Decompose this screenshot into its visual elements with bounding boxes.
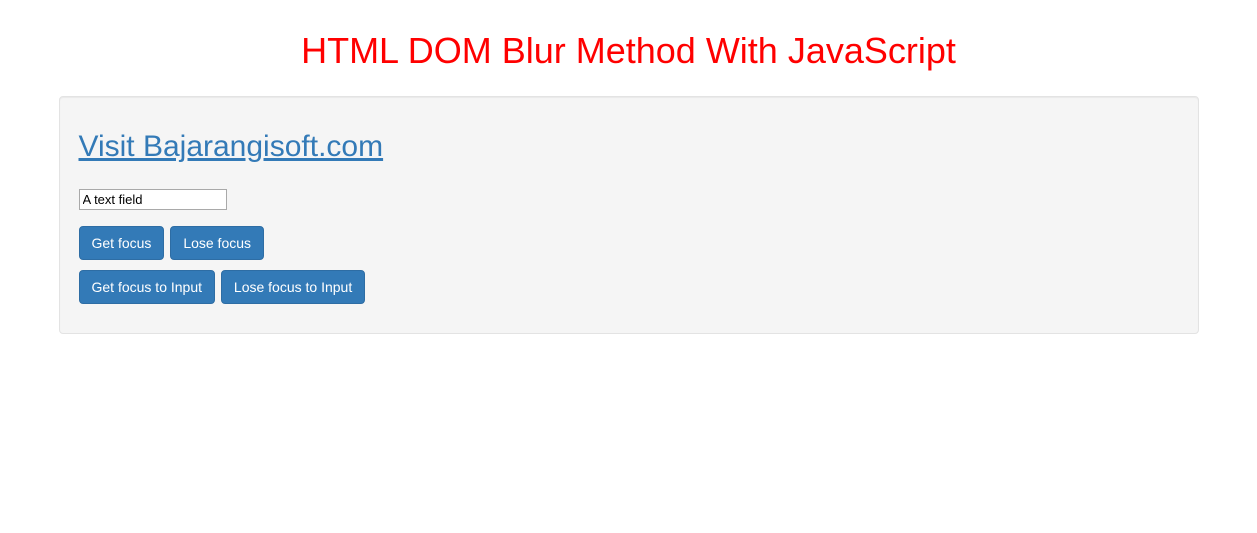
button-row-2: Get focus to Input Lose focus to Input (79, 270, 1179, 304)
lose-focus-input-button[interactable]: Lose focus to Input (221, 270, 365, 304)
button-row-1: Get focus Lose focus (79, 226, 1179, 260)
container: HTML DOM Blur Method With JavaScript Vis… (44, 25, 1214, 334)
get-focus-input-button[interactable]: Get focus to Input (79, 270, 216, 304)
visit-link[interactable]: Visit Bajarangisoft.com (79, 130, 384, 163)
text-input[interactable] (79, 189, 227, 210)
main-panel: Visit Bajarangisoft.com Get focus Lose f… (59, 96, 1199, 334)
page-title: HTML DOM Blur Method With JavaScript (59, 25, 1199, 76)
lose-focus-button[interactable]: Lose focus (170, 226, 264, 260)
panel-heading: Visit Bajarangisoft.com (79, 126, 1179, 169)
input-row (79, 179, 1179, 216)
get-focus-button[interactable]: Get focus (79, 226, 165, 260)
